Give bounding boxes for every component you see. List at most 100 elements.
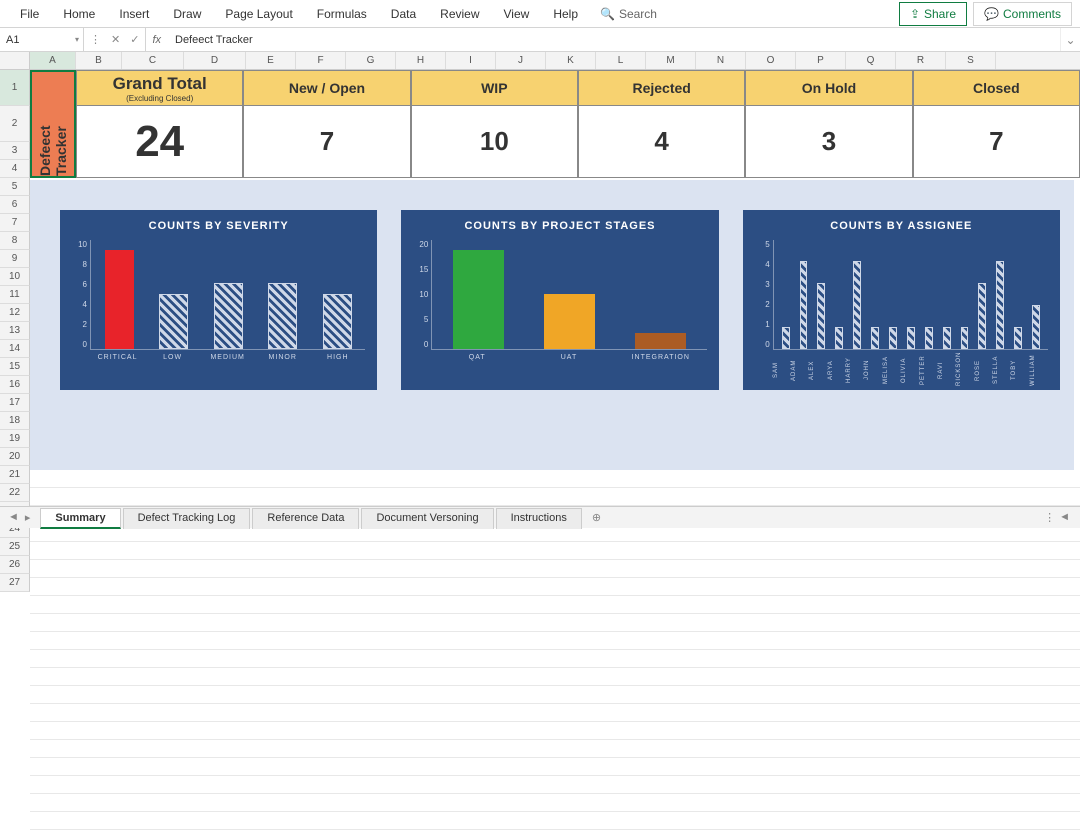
row-header-13[interactable]: 13	[0, 322, 30, 340]
row-header-1[interactable]: 1	[0, 70, 30, 106]
tab-prev-icon[interactable]: ▸	[23, 511, 33, 524]
row-header-5[interactable]: 5	[0, 178, 30, 196]
row-header-7[interactable]: 7	[0, 214, 30, 232]
row-header-8[interactable]: 8	[0, 232, 30, 250]
col-header-P[interactable]: P	[796, 52, 846, 69]
ribbon-tab-help[interactable]: Help	[541, 1, 590, 27]
row-header-18[interactable]: 18	[0, 412, 30, 430]
row-header-25[interactable]: 25	[0, 538, 30, 556]
ribbon-tab-home[interactable]: Home	[51, 1, 107, 27]
col-header-C[interactable]: C	[122, 52, 184, 69]
stat-value-new-open: 7	[243, 106, 410, 178]
chart-0[interactable]: COUNTS BY SEVERITY1086420CRITICALLOWMEDI…	[60, 210, 377, 390]
col-header-H[interactable]: H	[396, 52, 446, 69]
col-header-L[interactable]: L	[596, 52, 646, 69]
row-header-6[interactable]: 6	[0, 196, 30, 214]
bar-rose	[978, 283, 986, 349]
row-header-2[interactable]: 2	[0, 106, 30, 142]
scroll-handle-icon[interactable]: ⋮	[1044, 511, 1055, 524]
col-header-N[interactable]: N	[696, 52, 746, 69]
ribbon-tab-view[interactable]: View	[492, 1, 542, 27]
row-header-17[interactable]: 17	[0, 394, 30, 412]
ribbon-tab-formulas[interactable]: Formulas	[305, 1, 379, 27]
col-header-R[interactable]: R	[896, 52, 946, 69]
enter-icon[interactable]: ✓	[130, 33, 139, 46]
stat-header-closed: Closed	[913, 70, 1080, 106]
col-header-K[interactable]: K	[546, 52, 596, 69]
row-header-27[interactable]: 27	[0, 574, 30, 592]
bar-uat	[544, 294, 595, 349]
comments-button[interactable]: 💬 Comments	[973, 2, 1072, 26]
col-header-J[interactable]: J	[496, 52, 546, 69]
search-box[interactable]: 🔍 Search	[600, 7, 657, 21]
ribbon-tab-review[interactable]: Review	[428, 1, 491, 27]
row-header-14[interactable]: 14	[0, 340, 30, 358]
formula-bar[interactable]: Defeect Tracker	[167, 28, 1060, 51]
bar-high	[323, 294, 352, 349]
stat-value-wip: 10	[411, 106, 578, 178]
chart-plot: 20151050	[431, 240, 706, 350]
col-header-G[interactable]: G	[346, 52, 396, 69]
x-label: OLIVIA	[901, 354, 919, 386]
row-header-3[interactable]: 3	[0, 142, 30, 160]
cancel-icon[interactable]: ✕	[111, 33, 120, 46]
col-header-B[interactable]: B	[76, 52, 122, 69]
col-header-D[interactable]: D	[184, 52, 246, 69]
sheet-tab-document-versoning[interactable]: Document Versoning	[361, 508, 493, 529]
col-header-Q[interactable]: Q	[846, 52, 896, 69]
x-label: CRITICAL	[90, 354, 145, 361]
col-header-M[interactable]: M	[646, 52, 696, 69]
tab-first-icon[interactable]: ◄	[6, 511, 21, 524]
sheet-tab-defect-tracking-log[interactable]: Defect Tracking Log	[123, 508, 251, 529]
stat-header-grand-total: Grand Total(Excluding Closed)	[76, 70, 243, 106]
x-label: SAM	[773, 354, 791, 386]
name-box[interactable]: A1	[0, 28, 84, 51]
formula-expand-icon[interactable]: ⌄	[1060, 28, 1080, 51]
sheet-tab-summary[interactable]: Summary	[40, 508, 120, 529]
col-header-A[interactable]: A	[30, 52, 76, 69]
ribbon-tab-draw[interactable]: Draw	[161, 1, 213, 27]
ribbon-tab-file[interactable]: File	[8, 1, 51, 27]
col-header-S[interactable]: S	[946, 52, 996, 69]
sheet-tab-instructions[interactable]: Instructions	[496, 508, 582, 529]
sheet-tab-reference-data[interactable]: Reference Data	[252, 508, 359, 529]
row-header-26[interactable]: 26	[0, 556, 30, 574]
row-header-21[interactable]: 21	[0, 466, 30, 484]
tracker-title-cell[interactable]: Defeect Tracker	[30, 70, 76, 178]
ribbon-tabs: FileHomeInsertDrawPage LayoutFormulasDat…	[8, 1, 590, 27]
ribbon-tab-insert[interactable]: Insert	[107, 1, 161, 27]
col-header-E[interactable]: E	[246, 52, 296, 69]
row-header-22[interactable]: 22	[0, 484, 30, 502]
col-header-I[interactable]: I	[446, 52, 496, 69]
bar-rickson	[961, 327, 969, 349]
col-header-F[interactable]: F	[296, 52, 346, 69]
sheet-tabs-bar: ◄ ▸ SummaryDefect Tracking LogReference …	[0, 506, 1080, 528]
search-icon: 🔍	[600, 7, 615, 21]
x-label: STELLA	[993, 354, 1011, 386]
chart-2[interactable]: COUNTS BY ASSIGNEE543210SAMADAMALEXARYAH…	[743, 210, 1060, 390]
row-header-9[interactable]: 9	[0, 250, 30, 268]
row-header-20[interactable]: 20	[0, 448, 30, 466]
fx-icon[interactable]: fx	[146, 34, 167, 46]
col-header-O[interactable]: O	[746, 52, 796, 69]
share-button[interactable]: ⇪ Share	[899, 2, 967, 26]
row-header-16[interactable]: 16	[0, 376, 30, 394]
chart-1[interactable]: COUNTS BY PROJECT STAGES20151050QATUATIN…	[401, 210, 718, 390]
row-header-10[interactable]: 10	[0, 268, 30, 286]
row-header-15[interactable]: 15	[0, 358, 30, 376]
row-header-4[interactable]: 4	[0, 160, 30, 178]
more-icon[interactable]: ⋮	[90, 33, 101, 46]
bar-toby	[1014, 327, 1022, 349]
bar-minor	[268, 283, 297, 349]
row-header-12[interactable]: 12	[0, 304, 30, 322]
add-sheet-button[interactable]: ⊕	[582, 511, 611, 524]
scroll-left-icon[interactable]: ◄	[1059, 511, 1070, 524]
bar-integration	[635, 333, 686, 350]
x-label: JOHN	[864, 354, 882, 386]
ribbon-tab-page-layout[interactable]: Page Layout	[213, 1, 304, 27]
row-header-11[interactable]: 11	[0, 286, 30, 304]
select-all-corner[interactable]	[0, 52, 30, 69]
row-header-19[interactable]: 19	[0, 430, 30, 448]
bar-sam	[782, 327, 790, 349]
ribbon-tab-data[interactable]: Data	[379, 1, 428, 27]
